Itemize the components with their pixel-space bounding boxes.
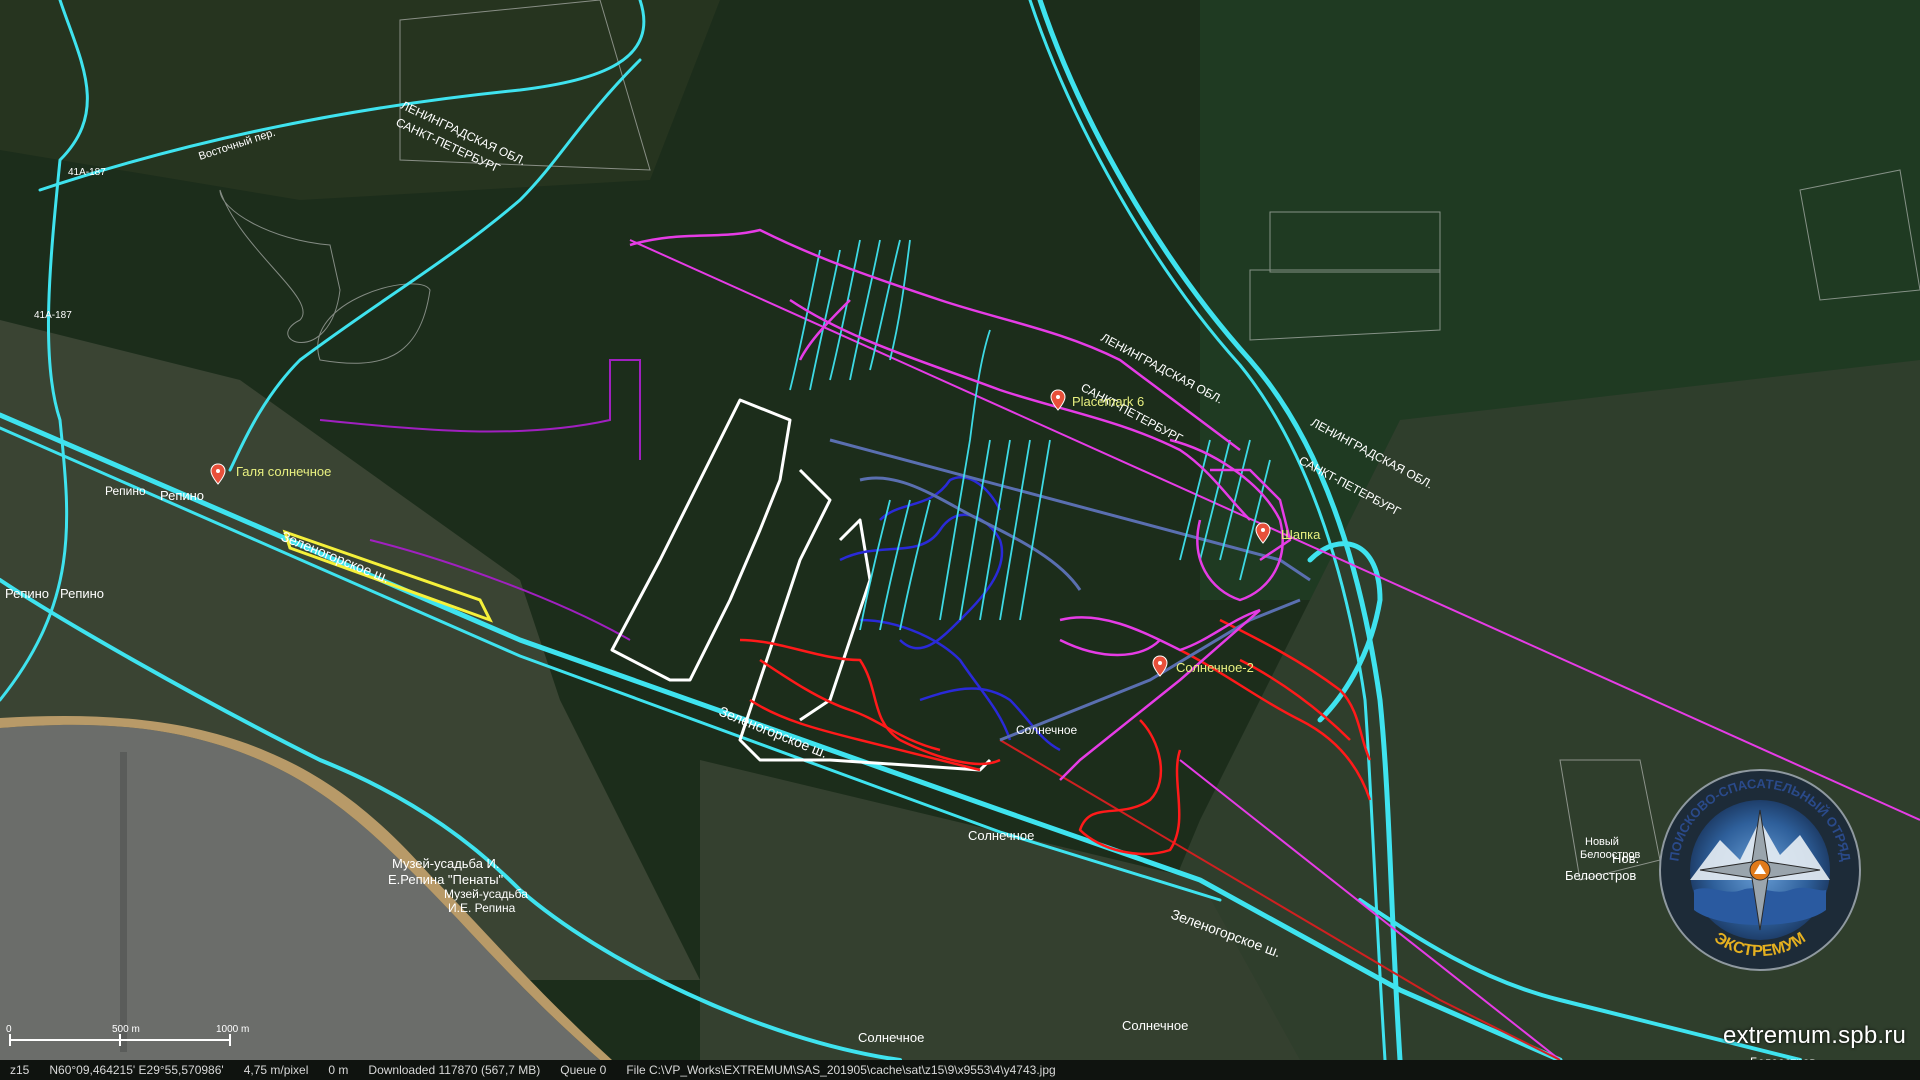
status-coords: N60°09,464215' E29°55,570986' <box>49 1063 224 1077</box>
label-repino-4: Репино <box>60 586 104 601</box>
status-bar: z15 N60°09,464215' E29°55,570986' 4,75 m… <box>0 1060 1920 1080</box>
label-solnechnoe-1: Солнечное <box>1016 723 1078 737</box>
label-nov-bel-2: Белоостров <box>1565 868 1636 883</box>
status-resolution: 4,75 m/pixel <box>243 1063 309 1077</box>
org-logo: ПОИСКОВО-СПАСАТЕЛЬНЫЙ ОТРЯД ЭКСТРЕМУМ <box>1659 769 1861 971</box>
placemark-label: Солнечное-2 <box>1176 660 1254 675</box>
label-repino-2: Репино <box>160 488 204 503</box>
label-solnechnoe-4: Солнечное <box>858 1030 924 1045</box>
label-museum-2: Е.Репина "Пенаты" <box>388 872 504 887</box>
placemark-label: Галя солнечное <box>236 464 331 479</box>
status-zoom: z15 <box>10 1063 30 1077</box>
label-repino-1: Репино <box>105 484 146 498</box>
image-seam <box>120 752 127 1052</box>
scale-label-1000: 1000 m <box>216 1024 249 1035</box>
status-queue: Queue 0 <box>560 1063 607 1077</box>
placemark-label: Шапка <box>1281 527 1321 542</box>
scale-label-500: 500 m <box>112 1024 140 1035</box>
status-altitude: 0 m <box>328 1063 349 1077</box>
scale-label-0: 0 <box>6 1024 12 1035</box>
status-downloaded: Downloaded 117870 (567,7 MB) <box>368 1063 541 1077</box>
label-museum-3: Музей-усадьба <box>444 887 528 901</box>
label-nov-bel-1: Нов. <box>1612 851 1639 866</box>
label-repino-3: Репино <box>5 586 49 601</box>
label-museum-4: И.Е. Репина <box>448 901 516 915</box>
placemark-label: Placemark 6 <box>1072 394 1144 409</box>
label-road-a1: 41А-187 <box>68 167 106 178</box>
site-watermark: extremum.spb.ru <box>1722 1022 1906 1049</box>
label-museum-1: Музей-усадьба И. <box>392 856 500 871</box>
status-file: File C:\VP_Works\EXTREMUM\SAS_201905\cac… <box>626 1063 1056 1077</box>
label-road-a2: 41А-187 <box>34 310 72 321</box>
satellite-map[interactable]: ЛЕНИНГРАДСКАЯ ОБЛ. САНКТ-ПЕТЕРБУРГ ЛЕНИН… <box>0 0 1920 1080</box>
label-solnechnoe-3: Солнечное <box>1122 1018 1188 1033</box>
label-solnechnoe-2: Солнечное <box>968 828 1034 843</box>
label-novy: Новый <box>1585 836 1619 848</box>
